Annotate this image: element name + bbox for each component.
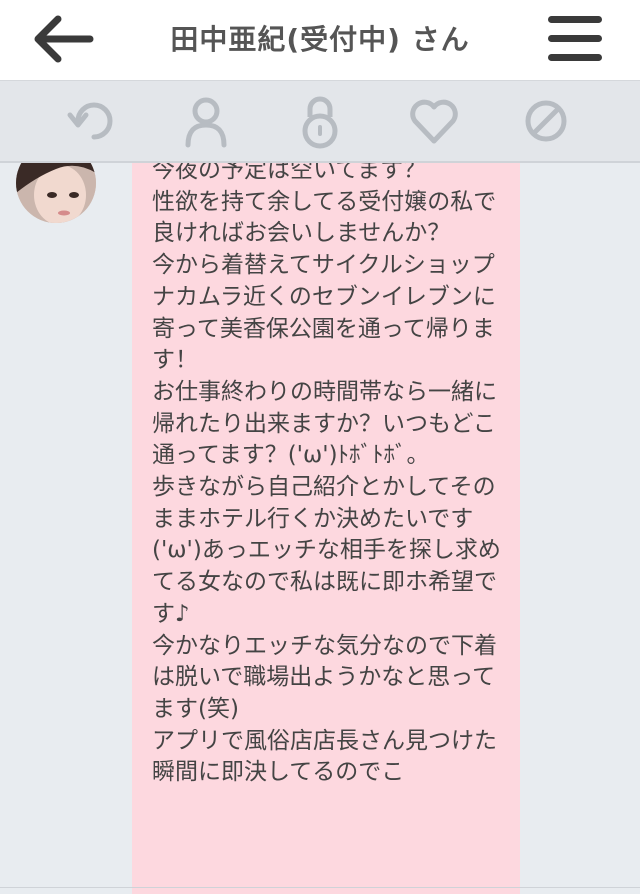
heart-icon <box>410 99 458 144</box>
profile-button[interactable] <box>178 93 234 149</box>
refresh-icon <box>67 102 113 140</box>
divider <box>0 887 640 888</box>
menu-button[interactable] <box>546 14 604 64</box>
message-area[interactable]: 今夜の予定は空いてます？ 性欲を持て余してる受付嬢の私で良ければお会いしませんか… <box>0 163 640 894</box>
block-button[interactable] <box>518 93 574 149</box>
user-icon <box>185 97 227 148</box>
hamburger-menu-icon <box>548 16 602 61</box>
back-button[interactable] <box>28 14 100 64</box>
arrow-left-icon <box>34 15 94 63</box>
lock-button[interactable] <box>292 93 348 149</box>
top-bar: 田中亜紀(受付中) さん <box>0 0 640 81</box>
action-toolbar <box>0 81 640 163</box>
message-text: 今夜の予定は空いてます？ 性欲を持て余してる受付嬢の私で良ければお会いしませんか… <box>152 163 501 786</box>
block-icon <box>525 100 567 142</box>
avatar[interactable] <box>16 163 96 223</box>
refresh-button[interactable] <box>66 93 122 149</box>
page-title: 田中亜紀(受付中) さん <box>170 23 470 56</box>
message-bubble: 今夜の予定は空いてます？ 性欲を持て余してる受付嬢の私で良ければお会いしませんか… <box>132 163 520 894</box>
lock-icon <box>302 96 338 149</box>
favorite-button[interactable] <box>406 93 462 149</box>
